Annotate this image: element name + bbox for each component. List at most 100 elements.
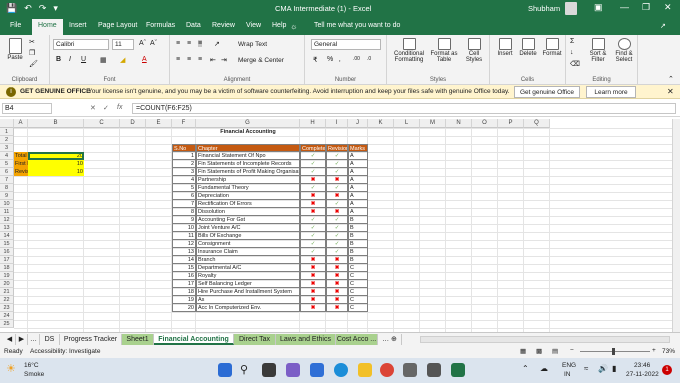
table-cell-sno[interactable]: 20 xyxy=(172,304,196,312)
zoom-in-icon[interactable]: + xyxy=(652,347,656,354)
table-cell-marks[interactable]: B xyxy=(348,216,368,224)
row-header[interactable]: 20 xyxy=(0,280,14,288)
row-header[interactable]: 13 xyxy=(0,224,14,232)
table-header[interactable]: Completed xyxy=(300,144,326,152)
table-header[interactable]: Revision xyxy=(326,144,348,152)
widgets-icon[interactable] xyxy=(310,363,324,377)
cross-icon[interactable]: ✖ xyxy=(300,208,326,216)
check-icon[interactable]: ✓ xyxy=(300,240,326,248)
undo-icon[interactable]: ↶ xyxy=(24,3,32,14)
table-cell-sno[interactable]: 1 xyxy=(172,152,196,160)
table-cell-chapter[interactable]: Fin Statements of Profit Making Organisa… xyxy=(196,168,300,176)
name-box[interactable]: B4 xyxy=(2,103,52,114)
cross-icon[interactable]: ✖ xyxy=(326,264,348,272)
check-icon[interactable]: ✓ xyxy=(326,224,348,232)
row-header[interactable]: 5 xyxy=(0,160,14,168)
row-header[interactable]: 25 xyxy=(0,320,14,328)
column-header[interactable]: N xyxy=(446,119,472,128)
table-cell-sno[interactable]: 13 xyxy=(172,248,196,256)
table-cell-marks[interactable]: C xyxy=(348,272,368,280)
decrease-font-icon[interactable]: Aˇ xyxy=(150,40,157,47)
table-cell-marks[interactable]: C xyxy=(348,288,368,296)
column-header[interactable]: I xyxy=(326,119,348,128)
cross-icon[interactable]: ✖ xyxy=(300,304,326,312)
middle-align-icon[interactable]: ≡ xyxy=(187,40,191,47)
conditional-formatting-button[interactable]: Conditional Formatting xyxy=(392,38,426,63)
customize-qat-icon[interactable]: ▾ xyxy=(53,3,58,14)
table-title[interactable]: Financial Accounting xyxy=(196,128,300,136)
row-header[interactable]: 22 xyxy=(0,296,14,304)
row-header[interactable]: 17 xyxy=(0,256,14,264)
scroll-tabs-left-icon[interactable]: ◀ xyxy=(4,334,16,345)
table-cell-sno[interactable]: 9 xyxy=(172,216,196,224)
comma-style-icon[interactable]: ‚ xyxy=(339,56,341,63)
table-cell-sno[interactable]: 18 xyxy=(172,288,196,296)
row-header[interactable]: 9 xyxy=(0,192,14,200)
zoom-slider[interactable] xyxy=(580,351,650,352)
summary-value[interactable]: 10 xyxy=(28,160,84,168)
column-header[interactable]: K xyxy=(368,119,394,128)
summary-value[interactable]: 10 xyxy=(28,168,84,176)
table-cell-marks[interactable]: B xyxy=(348,232,368,240)
delete-cells-button[interactable]: Delete xyxy=(518,38,538,57)
cross-icon[interactable]: ✖ xyxy=(300,280,326,288)
table-cell-marks[interactable]: A xyxy=(348,176,368,184)
table-cell-marks[interactable]: C xyxy=(348,304,368,312)
select-all-corner[interactable] xyxy=(0,119,14,128)
clear-icon[interactable]: ⌫ xyxy=(570,60,580,68)
table-cell-marks[interactable]: B xyxy=(348,224,368,232)
cross-icon[interactable]: ✖ xyxy=(326,296,348,304)
selected-cell[interactable] xyxy=(28,152,84,160)
table-cell-marks[interactable]: A xyxy=(348,200,368,208)
table-cell-chapter[interactable]: Depreciation xyxy=(196,192,300,200)
worksheet-grid[interactable]: ABCDEFGHIJKLMNOPQ 1 2 3 4 5 6 7 8 9 10 11 12 13 14 15 1… xyxy=(0,119,672,332)
check-icon[interactable]: ✓ xyxy=(326,184,348,192)
table-cell-chapter[interactable]: Joint Venture A/C xyxy=(196,224,300,232)
zoom-slider-thumb[interactable] xyxy=(612,348,615,355)
table-cell-chapter[interactable]: Fundamental Theory xyxy=(196,184,300,192)
decrease-decimal-icon[interactable]: .0 xyxy=(367,56,371,62)
table-header[interactable]: S.No xyxy=(172,144,196,152)
sheet-tab-cost-accounting[interactable]: Cost Acco ... xyxy=(336,334,378,345)
column-header[interactable]: B xyxy=(28,119,84,128)
cross-icon[interactable]: ✖ xyxy=(300,296,326,304)
notification-badge[interactable]: 1 xyxy=(662,365,672,375)
bold-button[interactable]: B xyxy=(56,56,61,63)
font-name-combo[interactable]: Calibri xyxy=(53,39,109,50)
row-header[interactable]: 15 xyxy=(0,240,14,248)
formula-input[interactable]: =COUNT(F6:F25) xyxy=(132,103,676,114)
table-cell-chapter[interactable]: Fin Statements of Incomplete Records xyxy=(196,160,300,168)
table-cell-marks[interactable]: A xyxy=(348,184,368,192)
learn-more-button[interactable]: Learn more xyxy=(586,86,636,98)
user-name[interactable]: Shubham xyxy=(528,4,560,13)
table-cell-sno[interactable]: 4 xyxy=(172,176,196,184)
table-cell-sno[interactable]: 15 xyxy=(172,264,196,272)
task-view-icon[interactable] xyxy=(262,363,276,377)
row-header[interactable]: 12 xyxy=(0,216,14,224)
currency-icon[interactable]: ₹ xyxy=(313,56,317,64)
borders-icon[interactable]: ▦ xyxy=(100,56,107,64)
weather-temp[interactable]: 16°C xyxy=(24,362,39,369)
tray-overflow-icon[interactable]: ⌃ xyxy=(522,364,529,373)
row-header[interactable]: 18 xyxy=(0,264,14,272)
chat-icon[interactable] xyxy=(286,363,300,377)
weather-icon[interactable]: ☀ xyxy=(6,362,16,375)
table-header[interactable]: Chapter xyxy=(196,144,300,152)
cross-icon[interactable]: ✖ xyxy=(300,288,326,296)
check-icon[interactable]: ✓ xyxy=(326,240,348,248)
table-cell-sno[interactable]: 6 xyxy=(172,192,196,200)
zoom-level[interactable]: 73% xyxy=(662,348,675,355)
number-format-combo[interactable]: General xyxy=(311,39,381,50)
merge-center-button[interactable]: Merge & Center xyxy=(238,57,284,64)
table-cell-sno[interactable]: 3 xyxy=(172,168,196,176)
table-cell-chapter[interactable]: Accounting For Gst xyxy=(196,216,300,224)
check-icon[interactable]: ✓ xyxy=(326,160,348,168)
row-header[interactable]: 23 xyxy=(0,304,14,312)
cross-icon[interactable]: ✖ xyxy=(300,256,326,264)
orientation-icon[interactable]: ↗ xyxy=(214,40,220,48)
cross-icon[interactable]: ✖ xyxy=(326,304,348,312)
table-cell-chapter[interactable]: Financial Statement Of Npo xyxy=(196,152,300,160)
sort-filter-button[interactable]: Sort & Filter xyxy=(586,38,610,63)
cross-icon[interactable]: ✖ xyxy=(300,192,326,200)
table-cell-marks[interactable]: A xyxy=(348,160,368,168)
